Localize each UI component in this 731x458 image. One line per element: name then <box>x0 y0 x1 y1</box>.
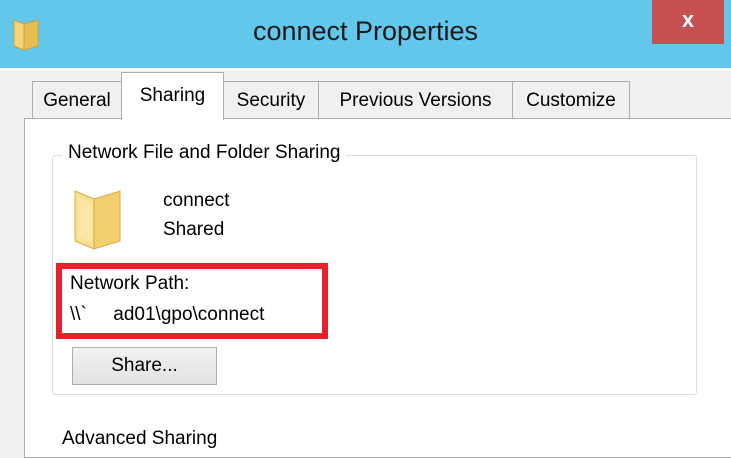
share-status: Shared <box>163 219 225 240</box>
network-path-label: Network Path: <box>70 273 190 294</box>
folder-name: connect <box>163 190 230 211</box>
close-button[interactable]: x <box>652 0 724 44</box>
tab-security[interactable]: Security <box>223 81 319 119</box>
share-button[interactable]: Share... <box>72 347 217 385</box>
tab-general[interactable]: General <box>32 81 122 119</box>
titlebar-divider <box>0 68 731 70</box>
folder-icon <box>74 190 121 250</box>
groupbox-title: Network File and Folder Sharing <box>62 142 347 164</box>
network-path-value[interactable]: \\` ad01\gpo\connect <box>70 304 264 326</box>
window-title: connect Properties <box>252 16 479 46</box>
tab-customize[interactable]: Customize <box>512 81 630 119</box>
advanced-sharing-title: Advanced Sharing <box>62 428 218 449</box>
tab-previous-versions[interactable]: Previous Versions <box>318 81 513 119</box>
tab-sharing[interactable]: Sharing <box>121 72 224 120</box>
title-bar: connect Properties x <box>0 0 731 68</box>
